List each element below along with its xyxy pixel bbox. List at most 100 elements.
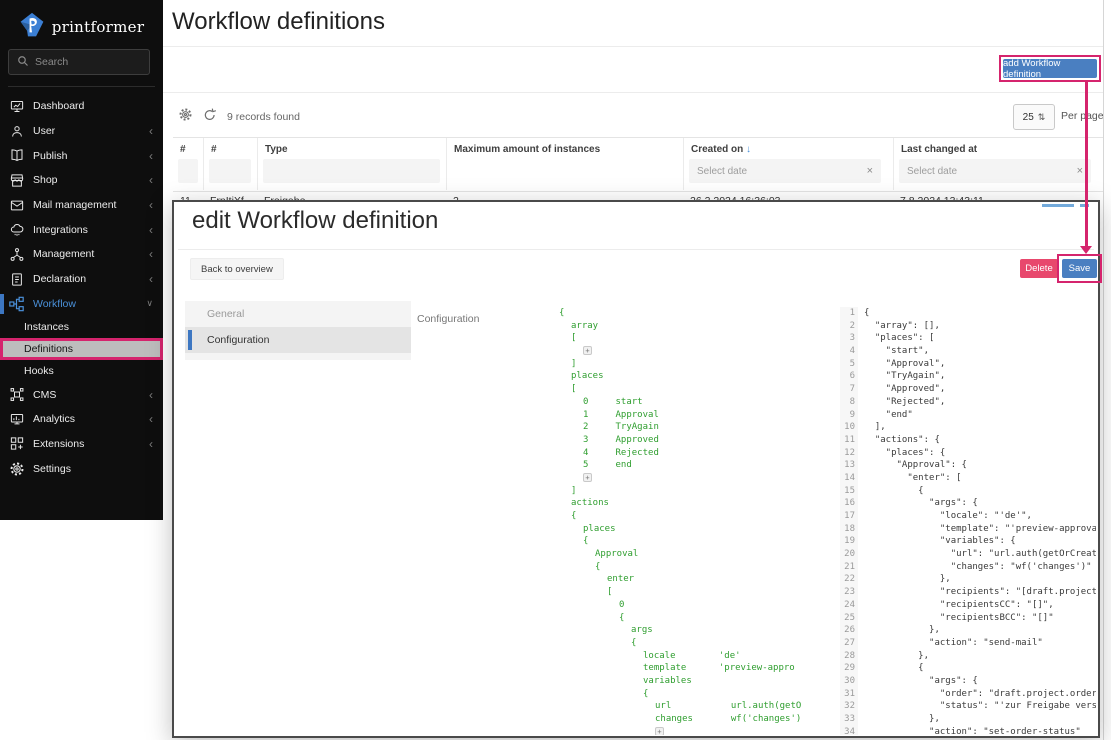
tree-node-row[interactable]: 4 Rejected — [559, 447, 834, 460]
delete-button[interactable]: Delete — [1020, 259, 1058, 278]
modal-tab-general[interactable]: General — [185, 301, 411, 327]
tree-node-row[interactable]: { — [559, 535, 834, 548]
code-text: "locale": "'de'", — [858, 511, 1032, 521]
modal-tab-label: General — [207, 308, 244, 320]
code-text: "recipientsBCC": "[]" — [858, 613, 1054, 623]
sidebar-item-user[interactable]: User‹ — [0, 119, 163, 144]
sidebar-item-declaration[interactable]: Declaration‹ — [0, 267, 163, 292]
tree-node-row[interactable]: locale 'de' — [559, 650, 834, 663]
save-button[interactable]: Save — [1062, 259, 1097, 278]
code-line: 33 }, — [840, 713, 1096, 726]
search-input[interactable]: Search — [8, 49, 150, 75]
code-text: }, — [858, 714, 940, 724]
sidebar-item-publish[interactable]: Publish‹ — [0, 143, 163, 168]
brand-logo[interactable]: printformer — [0, 10, 163, 44]
tree-node-row[interactable]: enter — [559, 573, 834, 586]
chevron-left-icon: ‹ — [149, 224, 153, 236]
tree-node-row[interactable]: actions — [559, 497, 834, 510]
add-workflow-definition-button[interactable]: add Workflow definition — [1003, 59, 1097, 78]
tree-node-row[interactable]: 0 start — [559, 396, 834, 409]
sidebar-subitem-instances[interactable]: Instances — [0, 316, 163, 338]
per-page-select[interactable]: 25 ⇅ — [1013, 104, 1055, 130]
back-to-overview-button[interactable]: Back to overview — [190, 258, 284, 280]
clear-filter-x-icon[interactable]: × — [1077, 165, 1083, 177]
tree-node-row[interactable]: changes wf('changes') — [559, 713, 834, 726]
json-tree-editor[interactable]: {array[+]places[0 start1 Approval2 TryAg… — [559, 307, 834, 735]
sidebar: printformer Search DashboardUser‹Publish… — [0, 0, 163, 520]
sidebar-subitem-definitions[interactable]: Definitions — [0, 338, 163, 360]
column-header-id-1[interactable]: # — [203, 138, 257, 190]
sidebar-item-management[interactable]: Management‹ — [0, 242, 163, 267]
sort-desc-arrow-icon[interactable]: ↓ — [743, 144, 751, 155]
expand-plus-icon[interactable]: + — [583, 473, 592, 482]
table-settings-gear-icon[interactable] — [178, 107, 193, 127]
date-filter-input[interactable]: Select date× — [689, 159, 881, 183]
code-text: "Approval", — [858, 359, 945, 369]
tree-node-row[interactable]: 0 — [559, 599, 834, 612]
column-header-created-on[interactable]: Created on ↓ Select date× — [683, 138, 893, 190]
sidebar-item-workflow[interactable]: Workflow∨ — [0, 292, 163, 317]
tree-node-row[interactable]: 3 Approved — [559, 434, 834, 447]
tree-node-row[interactable]: url url.auth(getO — [559, 700, 834, 713]
tree-node-row[interactable]: Approval — [559, 548, 834, 561]
tree-node-row[interactable]: places — [559, 370, 834, 383]
column-header-label: Created on ↓ — [691, 144, 751, 155]
tree-node-row[interactable]: { — [559, 612, 834, 625]
tree-node-row[interactable]: [ — [559, 332, 834, 345]
json-code-editor[interactable]: 1{2 "array": [],3 "places": [4 "start",5… — [840, 307, 1096, 735]
tree-node-row[interactable]: [ — [559, 586, 834, 599]
tree-node-row[interactable]: 2 TryAgain — [559, 421, 834, 434]
sidebar-item-mail-management[interactable]: Mail management‹ — [0, 193, 163, 218]
modal-tab-configuration[interactable]: Configuration — [185, 327, 411, 353]
tree-node-row[interactable]: places — [559, 523, 834, 536]
code-text: "TryAgain", — [858, 371, 945, 381]
line-number: 5 — [840, 358, 858, 371]
sidebar-subitem-hooks[interactable]: Hooks — [0, 360, 163, 382]
filter-input[interactable] — [178, 159, 198, 183]
column-header-last-changed-at[interactable]: Last changed atSelect date× — [893, 138, 1103, 190]
clipped-blue-link[interactable] — [1042, 204, 1074, 207]
tree-expand-row[interactable]: + — [559, 472, 834, 485]
tree-expand-row[interactable]: + — [559, 345, 834, 358]
expand-plus-icon[interactable]: + — [583, 346, 592, 355]
tree-node-row[interactable]: { — [559, 510, 834, 523]
line-number: 31 — [840, 688, 858, 701]
sidebar-item-shop[interactable]: Shop‹ — [0, 168, 163, 193]
filter-input[interactable] — [263, 159, 440, 183]
sidebar-item-cms[interactable]: CMS‹ — [0, 382, 163, 407]
tree-node-row[interactable]: { — [559, 688, 834, 701]
refresh-icon[interactable] — [203, 108, 217, 127]
sidebar-item-extensions[interactable]: Extensions‹ — [0, 432, 163, 457]
tree-node-row[interactable]: ] — [559, 358, 834, 371]
code-line: 30 "args": { — [840, 675, 1096, 688]
tree-expand-row[interactable]: + — [559, 726, 834, 735]
sidebar-item-settings[interactable]: Settings — [0, 456, 163, 481]
line-number: 20 — [840, 548, 858, 561]
tree-node-row[interactable]: 5 end — [559, 459, 834, 472]
column-header-type[interactable]: Type — [257, 138, 446, 190]
clear-filter-x-icon[interactable]: × — [867, 165, 873, 177]
tree-node-row[interactable]: { — [559, 561, 834, 574]
tree-node-row[interactable]: array — [559, 320, 834, 333]
tree-node-row[interactable]: ] — [559, 485, 834, 498]
tree-node-row[interactable]: { — [559, 307, 834, 320]
line-number: 27 — [840, 637, 858, 650]
sidebar-item-integrations[interactable]: Integrations‹ — [0, 217, 163, 242]
column-header-id-0[interactable]: # — [173, 138, 203, 190]
tree-node-row[interactable]: args — [559, 624, 834, 637]
tree-node-row[interactable]: [ — [559, 383, 834, 396]
sidebar-item-dashboard[interactable]: Dashboard — [0, 94, 163, 119]
expand-plus-icon[interactable]: + — [655, 727, 664, 735]
tree-node-row[interactable]: { — [559, 637, 834, 650]
code-line: 3 "places": [ — [840, 332, 1096, 345]
sidebar-item-analytics[interactable]: Analytics‹ — [0, 407, 163, 432]
tree-node-row[interactable]: template 'preview-appro — [559, 662, 834, 675]
line-number: 1 — [840, 307, 858, 320]
column-header-maximum-amount-of-instances[interactable]: Maximum amount of instances — [446, 138, 683, 190]
line-number: 26 — [840, 624, 858, 637]
tree-node-row[interactable]: 1 Approval — [559, 409, 834, 422]
date-filter-input[interactable]: Select date× — [899, 159, 1091, 183]
tree-node-row[interactable]: variables — [559, 675, 834, 688]
filter-input[interactable] — [209, 159, 251, 183]
page-scrollbar[interactable] — [1103, 0, 1111, 740]
